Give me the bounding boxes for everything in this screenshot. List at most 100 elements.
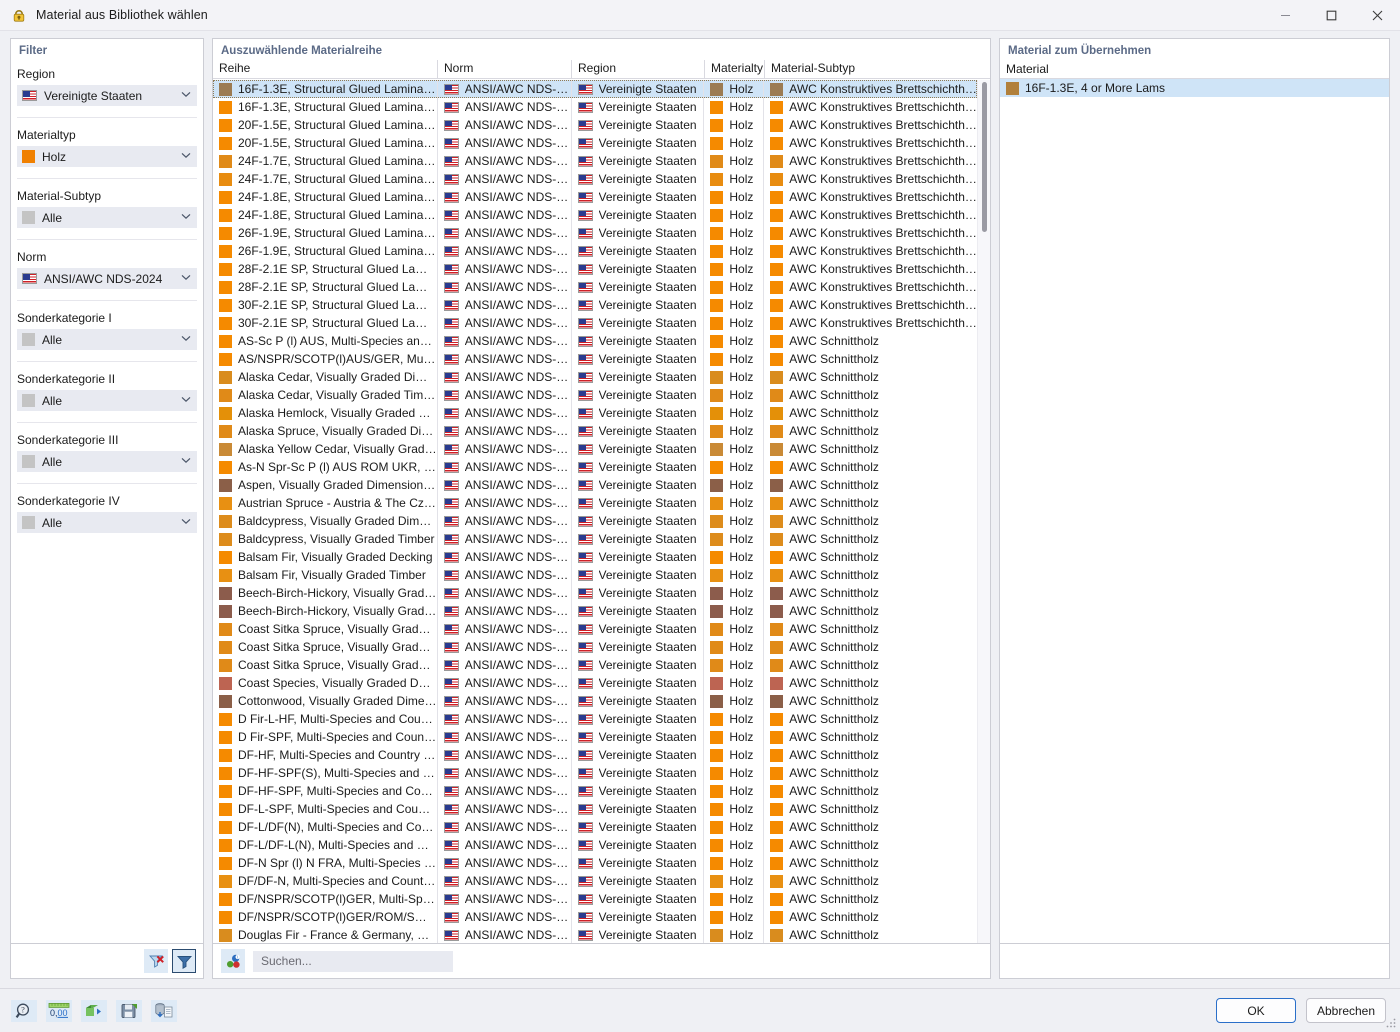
table-row[interactable]: DF-N Spr (l) N FRA, Multi-Species and…AN… — [213, 854, 977, 872]
table-row[interactable]: Beech-Birch-Hickory, Visually Graded …AN… — [213, 584, 977, 602]
filter-combo-2[interactable]: Alle — [17, 207, 197, 228]
table-row[interactable]: Austrian Spruce - Austria & The Czec…ANS… — [213, 494, 977, 512]
clear-filter-button[interactable] — [144, 949, 168, 973]
table-row[interactable]: DF/NSPR/SCOTP(l)GER, Multi-Species …ANSI… — [213, 890, 977, 908]
table-row[interactable]: Balsam Fir, Visually Graded TimberANSI/A… — [213, 566, 977, 584]
table-row[interactable]: D Fir-SPF, Multi-Species and Country …AN… — [213, 728, 977, 746]
filter-combo-1[interactable]: Holz — [17, 146, 197, 167]
table-row[interactable]: Coast Sitka Spruce, Visually Graded …ANS… — [213, 638, 977, 656]
table-row[interactable]: D Fir-L-HF, Multi-Species and Countr…ANS… — [213, 710, 977, 728]
filter-combo-6[interactable]: Alle — [17, 451, 197, 472]
table-row[interactable]: 24F-1.8E, Structural Glued Laminated…ANS… — [213, 188, 977, 206]
cell-materialtyp: Holz — [704, 476, 764, 494]
table-row[interactable]: Alaska Cedar, Visually Graded TimberANSI… — [213, 386, 977, 404]
color-swatch — [219, 569, 232, 582]
apply-filter-button[interactable] — [172, 949, 196, 973]
table-row[interactable]: 26F-1.9E, Structural Glued Laminated…ANS… — [213, 242, 977, 260]
scrollbar-thumb[interactable] — [982, 82, 987, 232]
color-swatch — [770, 749, 783, 762]
table-row[interactable]: Coast Species, Visually Graded Decki…ANS… — [213, 674, 977, 692]
table-row[interactable]: 20F-1.5E, Structural Glued Laminated…ANS… — [213, 116, 977, 134]
table-row[interactable]: Baldcypress, Visually Graded Dimensi…ANS… — [213, 512, 977, 530]
decimal-places-icon[interactable]: 0, 00 — [46, 1000, 72, 1022]
column-header-2[interactable]: Region — [572, 60, 705, 78]
cell-subtyp: AWC Schnittholz — [764, 638, 977, 656]
filter-combo-4[interactable]: Alle — [17, 329, 197, 350]
question-magnifier-icon[interactable]: ? — [11, 1000, 37, 1022]
filter-combo-3[interactable]: ANSI/AWC NDS-2024 — [17, 268, 197, 289]
table-row[interactable]: 24F-1.7E, Structural Glued Laminated…ANS… — [213, 170, 977, 188]
cell-region: Vereinigte Staaten — [572, 386, 705, 404]
filter-combo-7[interactable]: Alle — [17, 512, 197, 533]
table-row[interactable]: DF-HF, Multi-Species and Country Gr…ANSI… — [213, 746, 977, 764]
table-row[interactable]: 28F-2.1E SP, Structural Glued Laminat…AN… — [213, 260, 977, 278]
table-row[interactable]: Coast Sitka Spruce, Visually Graded …ANS… — [213, 620, 977, 638]
cell-label-materialtyp: Holz — [729, 316, 753, 330]
cell-norm: ANSI/AWC NDS-2024 — [438, 764, 572, 782]
color-filter-icon[interactable]: i — [221, 949, 245, 973]
search-input[interactable]: Suchen... — [253, 951, 453, 972]
export-arrow-icon[interactable] — [81, 1000, 107, 1022]
cell-region: Vereinigte Staaten — [572, 440, 705, 458]
table-row[interactable]: Alaska Yellow Cedar, Visually Graded …AN… — [213, 440, 977, 458]
table-row[interactable]: DF/DF-N, Multi-Species and Country …ANSI… — [213, 872, 977, 890]
table-row[interactable]: Aspen, Visually Graded Dimension Lu…ANSI… — [213, 476, 977, 494]
list-item[interactable]: 16F-1.3E, 4 or More Lams — [1000, 79, 1389, 97]
cell-subtyp: AWC Schnittholz — [764, 332, 977, 350]
us-flag-icon — [444, 894, 459, 905]
filter-combo-5[interactable]: Alle — [17, 390, 197, 411]
filter-combo-0[interactable]: Vereinigte Staaten — [17, 85, 197, 106]
floppy-disk-icon[interactable] — [116, 1000, 142, 1022]
column-header-4[interactable]: Material-Subtyp — [765, 60, 978, 78]
cell-subtyp: AWC Schnittholz — [764, 422, 977, 440]
table-row[interactable]: DF-HF-SPF(S), Multi-Species and Cou…ANSI… — [213, 764, 977, 782]
color-swatch — [770, 551, 783, 564]
us-flag-icon — [578, 174, 593, 185]
table-row[interactable]: DF-HF-SPF, Multi-Species and Countr…ANSI… — [213, 782, 977, 800]
resize-grip[interactable] — [1385, 1017, 1397, 1029]
table-row[interactable]: DF-L-SPF, Multi-Species and Country …ANS… — [213, 800, 977, 818]
table-row[interactable]: Alaska Cedar, Visually Graded Dimen…ANSI… — [213, 368, 977, 386]
column-header-3[interactable]: Materialty — [705, 60, 765, 78]
table-row[interactable]: 28F-2.1E SP, Structural Glued Laminat…AN… — [213, 278, 977, 296]
table-row[interactable]: 24F-1.8E, Structural Glued Laminated…ANS… — [213, 206, 977, 224]
table-row[interactable]: Baldcypress, Visually Graded TimberANSI/… — [213, 530, 977, 548]
table-row[interactable]: AS/NSPR/SCOTP(l)AUS/GER, Multi-Sp…ANSI/A… — [213, 350, 977, 368]
filter-value-6: Alle — [42, 455, 179, 469]
column-header-1[interactable]: Norm — [438, 60, 572, 78]
table-row[interactable]: 30F-2.1E SP, Structural Glued Laminat…AN… — [213, 296, 977, 314]
table-row[interactable]: Alaska Spruce, Visually Graded Dime…ANSI… — [213, 422, 977, 440]
chevron-down-icon — [179, 457, 193, 467]
cell-label-norm: ANSI/AWC NDS-2024 — [465, 82, 571, 96]
table-row[interactable]: Alaska Hemlock, Visually Graded Dim…ANSI… — [213, 404, 977, 422]
minimize-button[interactable] — [1262, 0, 1308, 31]
table-row[interactable]: Balsam Fir, Visually Graded DeckingANSI/… — [213, 548, 977, 566]
table-row[interactable]: As-N Spr-Sc P (l) AUS ROM UKR, Multi…ANS… — [213, 458, 977, 476]
table-row[interactable]: Cottonwood, Visually Graded Dimen…ANSI/A… — [213, 692, 977, 710]
cell-reihe: Coast Species, Visually Graded Decki… — [213, 674, 438, 692]
table-row[interactable]: 24F-1.7E, Structural Glued Laminated…ANS… — [213, 152, 977, 170]
table-vertical-scrollbar[interactable] — [977, 80, 990, 943]
table-row[interactable]: 16F-1.3E, Structural Glued Laminated…ANS… — [213, 98, 977, 116]
table-row[interactable]: Douglas Fir - France & Germany, Non…ANSI… — [213, 926, 977, 943]
maximize-button[interactable] — [1308, 0, 1354, 31]
table-row[interactable]: Coast Sitka Spruce, Visually Graded T…AN… — [213, 656, 977, 674]
table-row[interactable]: Beech-Birch-Hickory, Visually Graded …AN… — [213, 602, 977, 620]
color-swatch — [710, 677, 723, 690]
table-row[interactable]: AS-Sc P (l) AUS, Multi-Species and Co…AN… — [213, 332, 977, 350]
cell-reihe: Alaska Spruce, Visually Graded Dime… — [213, 422, 438, 440]
cell-label-norm: ANSI/AWC NDS-2024 — [465, 190, 571, 204]
us-flag-icon — [444, 498, 459, 509]
table-row[interactable]: 26F-1.9E, Structural Glued Laminated…ANS… — [213, 224, 977, 242]
close-button[interactable] — [1354, 0, 1400, 31]
table-row[interactable]: 20F-1.5E, Structural Glued Laminated…ANS… — [213, 134, 977, 152]
table-row[interactable]: DF-L/DF-L(N), Multi-Species and Cou…ANSI… — [213, 836, 977, 854]
ok-button[interactable]: OK — [1216, 998, 1296, 1023]
table-row[interactable]: 16F-1.3E, Structural Glued Laminated…ANS… — [213, 80, 977, 98]
table-row[interactable]: DF/NSPR/SCOTP(l)GER/ROM/SW/UKR…ANSI/AWC … — [213, 908, 977, 926]
column-header-0[interactable]: Reihe — [213, 60, 438, 78]
cancel-button[interactable]: Abbrechen — [1306, 998, 1386, 1023]
database-import-icon[interactable] — [151, 1000, 177, 1022]
table-row[interactable]: DF-L/DF(N), Multi-Species and Count…ANSI… — [213, 818, 977, 836]
table-row[interactable]: 30F-2.1E SP, Structural Glued Laminat…AN… — [213, 314, 977, 332]
